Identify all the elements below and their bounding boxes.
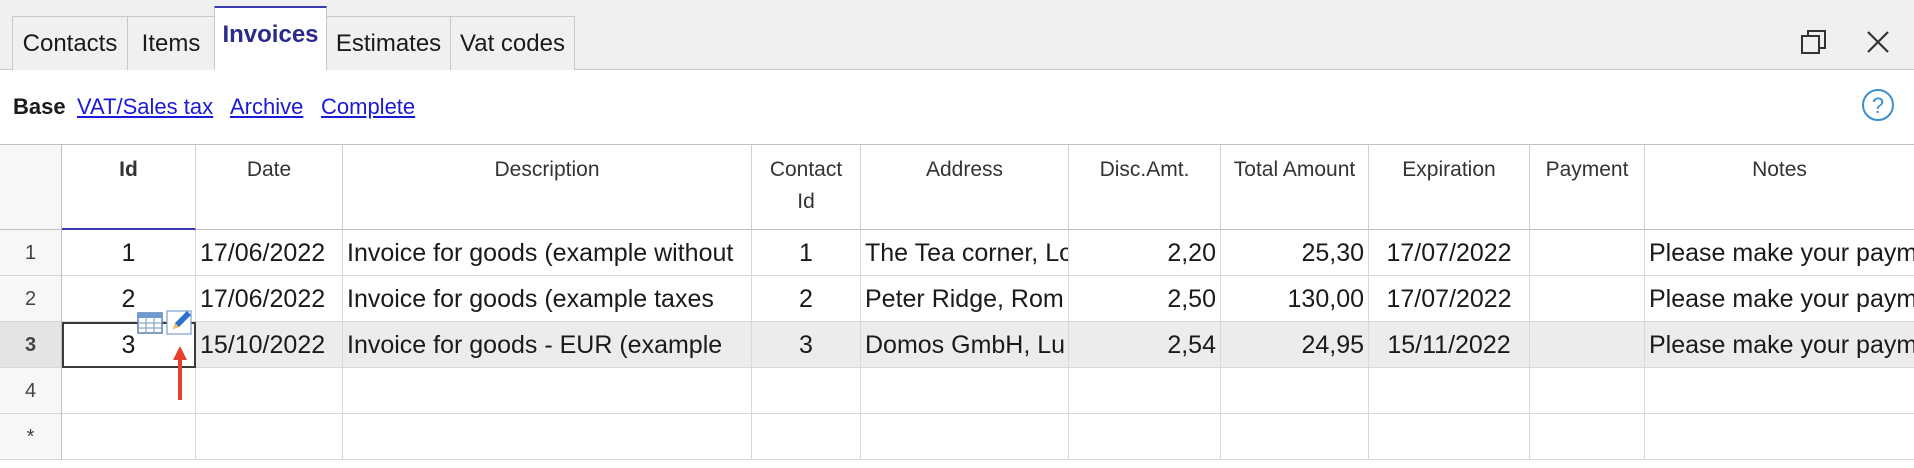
table-row-selected: 3 3 15/10/2022 Invoice for goods - EUR (… bbox=[0, 322, 1914, 368]
help-button[interactable]: ? bbox=[1861, 88, 1895, 122]
column-header-notes[interactable]: Notes bbox=[1645, 144, 1914, 230]
cell-payment[interactable] bbox=[1530, 414, 1645, 460]
row-number[interactable]: 1 bbox=[0, 230, 62, 276]
corner-cell bbox=[0, 144, 62, 230]
view-link-vat-sales-tax[interactable]: VAT/Sales tax bbox=[77, 94, 213, 120]
column-header-description[interactable]: Description bbox=[343, 144, 752, 230]
edit-cell-button[interactable] bbox=[166, 308, 194, 335]
cell-notes[interactable] bbox=[1645, 368, 1914, 414]
cell-disc-amt[interactable]: 2,20 bbox=[1069, 230, 1221, 276]
tab-items[interactable]: Items bbox=[127, 16, 215, 70]
cell-disc-amt[interactable]: 2,50 bbox=[1069, 276, 1221, 322]
pencil-edit-icon bbox=[166, 310, 192, 335]
cell-notes[interactable] bbox=[1645, 414, 1914, 460]
close-icon bbox=[1867, 31, 1889, 53]
tab-estimates[interactable]: Estimates bbox=[326, 16, 451, 70]
cell-disc-amt[interactable]: 2,54 bbox=[1069, 322, 1221, 368]
close-button[interactable] bbox=[1858, 22, 1898, 62]
row-number[interactable]: 3 bbox=[0, 322, 62, 368]
column-header-total-amount[interactable]: Total Amount bbox=[1221, 144, 1369, 230]
restore-window-button[interactable] bbox=[1794, 22, 1834, 62]
cell-total-amount[interactable]: 25,30 bbox=[1221, 230, 1369, 276]
cell-contact-id[interactable]: 1 bbox=[752, 230, 861, 276]
column-header-date[interactable]: Date bbox=[196, 144, 343, 230]
cell-id[interactable]: 1 bbox=[62, 230, 196, 276]
cell-contact-id[interactable] bbox=[752, 368, 861, 414]
cell-expiration[interactable]: 17/07/2022 bbox=[1369, 276, 1530, 322]
cell-address[interactable] bbox=[861, 368, 1069, 414]
cell-description[interactable] bbox=[343, 414, 752, 460]
cell-address[interactable]: Peter Ridge, Rom bbox=[861, 276, 1069, 322]
cell-id[interactable] bbox=[62, 414, 196, 460]
cell-date[interactable]: 17/06/2022 bbox=[196, 276, 343, 322]
cell-payment[interactable] bbox=[1530, 368, 1645, 414]
cell-address[interactable]: The Tea corner, Lo bbox=[861, 230, 1069, 276]
cell-expiration[interactable] bbox=[1369, 414, 1530, 460]
tab-label: Vat codes bbox=[460, 29, 565, 57]
cell-date[interactable]: 15/10/2022 bbox=[196, 322, 343, 368]
cell-notes[interactable]: Please make your paym bbox=[1645, 230, 1914, 276]
cell-total-amount[interactable]: 130,00 bbox=[1221, 276, 1369, 322]
view-selector: Base VAT/Sales tax Archive Complete ? bbox=[0, 70, 1914, 144]
column-header-disc-amt[interactable]: Disc.Amt. bbox=[1069, 144, 1221, 230]
cell-expiration[interactable] bbox=[1369, 368, 1530, 414]
table-grid-button[interactable] bbox=[136, 310, 164, 336]
cell-disc-amt[interactable] bbox=[1069, 414, 1221, 460]
cell-description[interactable]: Invoice for goods (example without bbox=[343, 230, 752, 276]
cell-contact-id[interactable]: 3 bbox=[752, 322, 861, 368]
cell-description[interactable]: Invoice for goods - EUR (example bbox=[343, 322, 752, 368]
tab-bar: Contacts Items Invoices Estimates Vat co… bbox=[0, 0, 1914, 71]
invoices-table: Id Date Description Contact Id Address D… bbox=[0, 144, 1914, 468]
tab-label: Items bbox=[141, 29, 201, 57]
cell-payment[interactable] bbox=[1530, 230, 1645, 276]
table-grid-icon bbox=[137, 312, 163, 334]
tab-label: Contacts bbox=[22, 29, 118, 57]
cell-expiration[interactable]: 17/07/2022 bbox=[1369, 230, 1530, 276]
cell-disc-amt[interactable] bbox=[1069, 368, 1221, 414]
column-header-expiration[interactable]: Expiration bbox=[1369, 144, 1530, 230]
cell-total-amount[interactable]: 24,95 bbox=[1221, 322, 1369, 368]
column-header-id[interactable]: Id bbox=[62, 144, 196, 230]
restore-window-icon bbox=[1801, 30, 1826, 54]
cell-address[interactable] bbox=[861, 414, 1069, 460]
column-header-contact-id[interactable]: Contact Id bbox=[752, 144, 861, 230]
cell-description[interactable]: Invoice for goods (example taxes bbox=[343, 276, 752, 322]
column-header-address[interactable]: Address bbox=[861, 144, 1069, 230]
row-number[interactable]: 2 bbox=[0, 276, 62, 322]
cell-contact-id[interactable] bbox=[752, 414, 861, 460]
annotation-arrow-up-icon bbox=[173, 346, 187, 400]
table-row-new: * bbox=[0, 414, 1914, 460]
cell-notes[interactable]: Please make your paym bbox=[1645, 322, 1914, 368]
cell-total-amount[interactable] bbox=[1221, 414, 1369, 460]
tab-label: Invoices bbox=[222, 20, 319, 48]
view-link-archive[interactable]: Archive bbox=[230, 94, 303, 120]
row-number[interactable]: 4 bbox=[0, 368, 62, 414]
column-header-payment[interactable]: Payment bbox=[1530, 144, 1645, 230]
tab-vat-codes[interactable]: Vat codes bbox=[450, 16, 575, 70]
cell-contact-id[interactable]: 2 bbox=[752, 276, 861, 322]
view-base[interactable]: Base bbox=[13, 94, 66, 120]
help-icon: ? bbox=[1862, 89, 1894, 121]
cell-date[interactable] bbox=[196, 368, 343, 414]
svg-text:?: ? bbox=[1872, 93, 1884, 118]
table-row: 1 1 17/06/2022 Invoice for goods (exampl… bbox=[0, 230, 1914, 276]
tab-contacts[interactable]: Contacts bbox=[12, 16, 128, 70]
cell-date[interactable]: 17/06/2022 bbox=[196, 230, 343, 276]
table-row: 4 bbox=[0, 368, 1914, 414]
row-number[interactable]: * bbox=[0, 414, 62, 460]
cell-payment[interactable] bbox=[1530, 276, 1645, 322]
tab-label: Estimates bbox=[335, 29, 442, 57]
cell-description[interactable] bbox=[343, 368, 752, 414]
cell-notes[interactable]: Please make your paym bbox=[1645, 276, 1914, 322]
cell-date[interactable] bbox=[196, 414, 343, 460]
tab-invoices[interactable]: Invoices bbox=[214, 6, 327, 71]
table-row: 2 2 17/06/2022 Invoice for goods (exampl… bbox=[0, 276, 1914, 322]
cell-payment[interactable] bbox=[1530, 322, 1645, 368]
view-link-complete[interactable]: Complete bbox=[321, 94, 415, 120]
cell-total-amount[interactable] bbox=[1221, 368, 1369, 414]
cell-expiration[interactable]: 15/11/2022 bbox=[1369, 322, 1530, 368]
cell-address[interactable]: Domos GmbH, Lu bbox=[861, 322, 1069, 368]
